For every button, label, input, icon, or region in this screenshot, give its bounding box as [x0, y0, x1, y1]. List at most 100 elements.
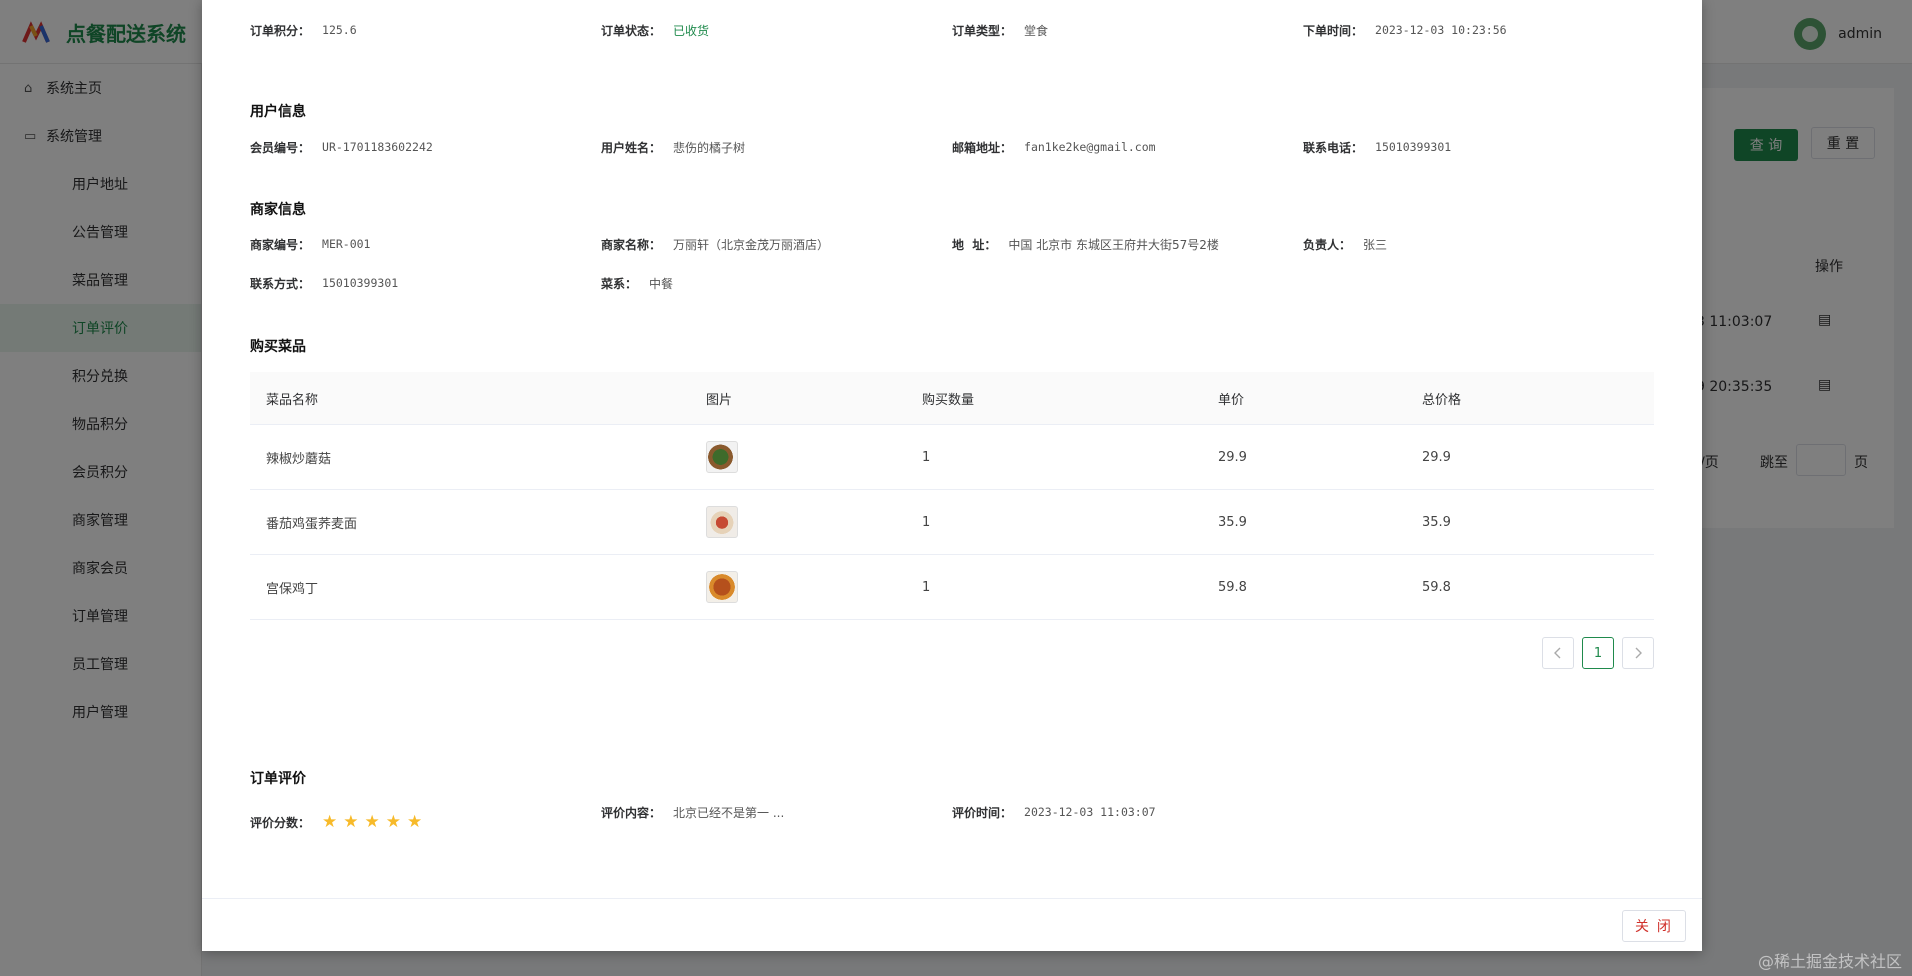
dish-name: 宫保鸡丁: [266, 581, 319, 597]
field-label: 评价内容：: [601, 805, 662, 820]
dish-price: 35.9: [1218, 514, 1247, 530]
field-value: UR-1701183602242: [322, 140, 433, 154]
field-value: 悲伤的橘子树: [673, 140, 746, 155]
dish-total: 59.8: [1422, 579, 1451, 595]
dish-price: 59.8: [1218, 579, 1247, 595]
review-row: 评价分数： ★ ★ ★ ★ ★ 评价内容： 北京已经不是第一 ... 评价时间： 2023-…: [250, 805, 1654, 832]
order-info-row: 订单积分： 125.6 订单状态： 已收货 订单类型： 堂食 下单时间： 2023-12…: [250, 20, 1654, 40]
dish-photo[interactable]: [706, 571, 738, 603]
review-content: 评价内容： 北京已经不是第一 ...: [601, 802, 784, 822]
user-name: 用户姓名： 悲伤的橘子树: [601, 137, 745, 157]
chevron-right-icon: [1635, 647, 1642, 659]
table-row: 辣椒炒蘑菇 1 29.9 29.9: [250, 425, 1654, 490]
items-table: 菜品名称 图片 购买数量 单价 总价格 辣椒炒蘑菇 1 29.9 29.9 番茄…: [250, 372, 1654, 620]
review-score: 评价分数： ★ ★ ★ ★ ★: [250, 812, 422, 832]
field-label: 负责人：: [1303, 237, 1352, 252]
order-type: 订单类型： 堂食: [952, 20, 1048, 40]
user-email: 邮箱地址： fan1ke2ke@gmail.com: [952, 137, 1156, 157]
dish-photo[interactable]: [706, 441, 738, 473]
merchant-address: 地 址： 中国 北京市 东城区王府井大街57号2楼: [952, 234, 1219, 254]
field-label: 用户姓名：: [601, 140, 662, 155]
merchant-info-row-2: 联系方式： 15010399301 菜系： 中餐: [250, 273, 1654, 293]
star-icon: ★: [407, 811, 423, 832]
column-header: 总价格: [1422, 392, 1462, 408]
order-points: 订单积分： 125.6: [250, 20, 357, 40]
field-value: fan1ke2ke@gmail.com: [1024, 140, 1156, 154]
merchant-contact: 联系方式： 15010399301: [250, 273, 398, 293]
field-value: 2023-12-03 11:03:07: [1024, 805, 1156, 819]
field-label: 订单状态：: [601, 23, 662, 38]
field-value: 15010399301: [322, 276, 399, 290]
column-header: 单价: [1218, 392, 1245, 408]
page-number[interactable]: 1: [1582, 637, 1614, 669]
items-title: 购买菜品: [250, 339, 306, 355]
dish-photo[interactable]: [706, 506, 738, 538]
merchant-info-title: 商家信息: [250, 202, 306, 218]
field-value: MER-001: [322, 237, 371, 251]
field-label: 菜系：: [601, 276, 638, 291]
field-label: 商家编号：: [250, 237, 311, 252]
user-info-row: 会员编号： UR-1701183602242 用户姓名： 悲伤的橘子树 邮箱地址： f…: [250, 137, 1654, 157]
merchant-cuisine: 菜系： 中餐: [601, 273, 673, 293]
field-value: 15010399301: [1375, 140, 1452, 154]
close-button[interactable]: 关 闭: [1622, 910, 1686, 942]
merchant-info-row: 商家编号： MER-001 商家名称： 万丽轩（北京金茂万丽酒店） 地 址： 中国 北…: [250, 234, 1654, 254]
dish-qty: 1: [922, 449, 931, 465]
review-time: 评价时间： 2023-12-03 11:03:07: [952, 802, 1156, 822]
field-label: 评价时间：: [952, 805, 1013, 820]
dialog-footer: 关 闭: [202, 898, 1702, 951]
field-value: 中国 北京市 东城区王府井大街57号2楼: [1008, 237, 1219, 252]
prev-page-button[interactable]: [1542, 637, 1574, 669]
merchant-id: 商家编号： MER-001: [250, 234, 370, 254]
field-value: 堂食: [1024, 23, 1049, 38]
star-icon: ★: [322, 811, 338, 832]
field-value: 万丽轩（北京金茂万丽酒店）: [673, 237, 830, 252]
field-label: 邮箱地址：: [952, 140, 1013, 155]
member-id: 会员编号： UR-1701183602242: [250, 137, 433, 157]
dish-total: 29.9: [1422, 449, 1451, 465]
order-status: 订单状态： 已收货: [601, 20, 709, 40]
field-label: 地 址：: [952, 237, 997, 252]
order-detail-dialog: 订单积分： 125.6 订单状态： 已收货 订单类型： 堂食 下单时间： 2023-12…: [202, 0, 1702, 951]
dish-name: 番茄鸡蛋荞麦面: [266, 516, 358, 532]
dish-total: 35.9: [1422, 514, 1451, 530]
field-value: 张三: [1363, 237, 1388, 252]
table-row: 番茄鸡蛋荞麦面 1 35.9 35.9: [250, 490, 1654, 555]
field-value: 2023-12-03 10:23:56: [1375, 23, 1507, 37]
dish-image-cell: [706, 425, 738, 489]
field-label: 订单类型：: [952, 23, 1013, 38]
column-header: 购买数量: [922, 392, 975, 408]
field-label: 评价分数：: [250, 815, 311, 830]
merchant-owner: 负责人： 张三: [1303, 234, 1387, 254]
pagination: 1: [1542, 637, 1654, 669]
table-row: 宫保鸡丁 1 59.8 59.8: [250, 555, 1654, 620]
dish-image-cell: [706, 490, 738, 554]
column-header: 图片: [706, 392, 733, 408]
dish-qty: 1: [922, 514, 931, 530]
star-rating: ★ ★ ★ ★ ★: [322, 811, 423, 832]
column-header: 菜品名称: [266, 392, 319, 408]
star-icon: ★: [364, 811, 380, 832]
user-info-title: 用户信息: [250, 104, 306, 120]
review-title: 订单评价: [250, 771, 306, 787]
next-page-button[interactable]: [1622, 637, 1654, 669]
field-value: 125.6: [322, 23, 357, 37]
star-icon: ★: [343, 811, 359, 832]
field-label: 商家名称：: [601, 237, 662, 252]
dish-image-cell: [706, 555, 738, 619]
star-icon: ★: [385, 811, 402, 832]
chevron-left-icon: [1554, 647, 1561, 659]
dish-qty: 1: [922, 579, 931, 595]
dialog-body: 订单积分： 125.6 订单状态： 已收货 订单类型： 堂食 下单时间： 2023-12…: [202, 0, 1702, 898]
user-phone: 联系电话： 15010399301: [1303, 137, 1451, 157]
field-label: 联系方式：: [250, 276, 311, 291]
field-label: 会员编号：: [250, 140, 311, 155]
dish-name: 辣椒炒蘑菇: [266, 451, 332, 467]
dish-price: 29.9: [1218, 449, 1247, 465]
field-label: 订单积分：: [250, 23, 311, 38]
field-value: 北京已经不是第一 ...: [673, 805, 785, 820]
field-value: 中餐: [649, 276, 674, 291]
merchant-name: 商家名称： 万丽轩（北京金茂万丽酒店）: [601, 234, 829, 254]
field-label: 下单时间：: [1303, 23, 1364, 38]
field-label: 联系电话：: [1303, 140, 1364, 155]
